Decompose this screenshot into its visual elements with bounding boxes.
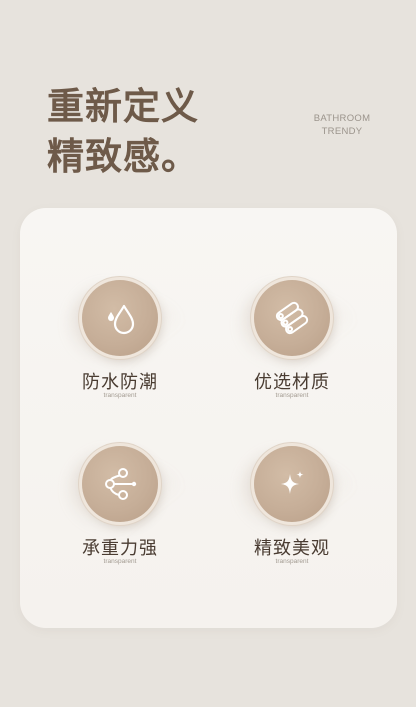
material-rolls-icon — [254, 280, 330, 356]
headline: 重新定义 精致感。 — [47, 82, 199, 182]
headline-line-1: 重新定义 — [47, 85, 199, 128]
feature-label: 精致美观 — [254, 538, 330, 559]
feature-label: 防水防潮 — [82, 372, 158, 393]
brand-tag-line-2: TRENDY — [321, 126, 363, 137]
feature-label: 承重力强 — [82, 538, 158, 559]
load-nodes-icon — [82, 446, 158, 522]
water-drop-icon — [82, 280, 158, 356]
features-card: 防水防潮 transparent 优选材质 transparent 承重力强 t… — [20, 208, 397, 628]
brand-tag: BATHROOM TRENDY — [312, 112, 372, 138]
feature-sub: transparent — [103, 392, 137, 399]
headline-line-2: 精致感。 — [47, 135, 199, 178]
feature-sub: transparent — [275, 558, 309, 565]
brand-tag-line-1: BATHROOM — [313, 113, 371, 124]
feature-sub: transparent — [103, 558, 137, 565]
feature-sub: transparent — [275, 392, 309, 399]
feature-label: 优选材质 — [254, 372, 330, 393]
sparkle-icon — [254, 446, 330, 522]
